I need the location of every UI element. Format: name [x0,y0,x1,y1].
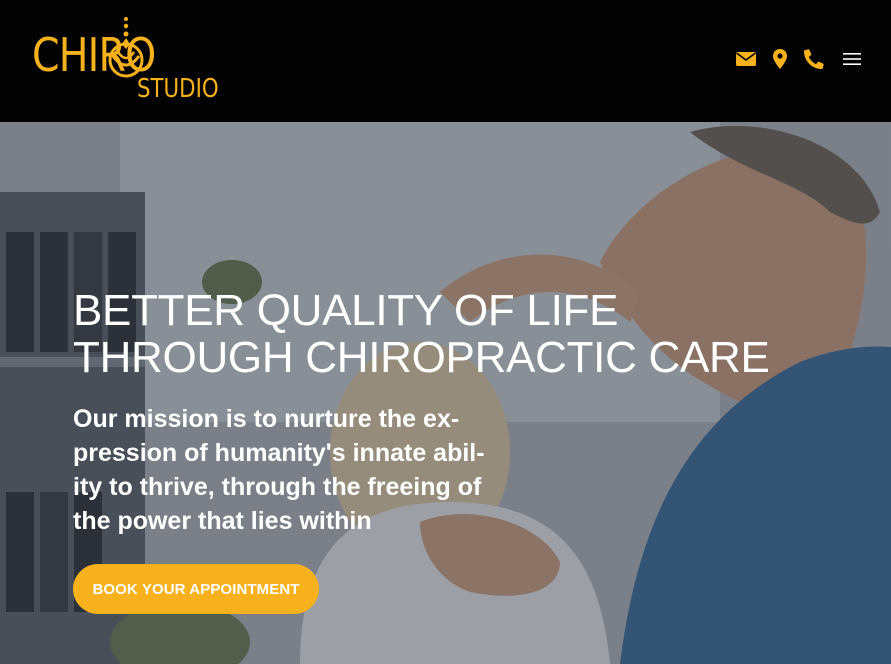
book-appointment-button[interactable]: BOOK YOUR APPOINTMENT [73,564,319,614]
hero-mission-line: Our mission is to nurture the ex- [73,405,460,433]
site-logo[interactable]: CHIRO STUDIO [32,16,219,106]
hero-mission-line: ity to thrive, through the freeing of [73,473,482,501]
hero-title-line: BETTER QUALITY OF LIFE [73,286,619,335]
logo-spine-icon [108,17,144,78]
hero-mission-line: the power that lies within [73,507,372,535]
map-marker-icon[interactable] [769,48,791,70]
envelope-icon[interactable] [735,48,757,70]
hero-title-line: THROUGH CHIROPRACTIC CARE [73,333,770,382]
logo-wordmark-studio: STUDIO [137,74,219,104]
hero-section: BETTER QUALITY OF LIFE THROUGH CHIROPRAC… [0,122,891,664]
header-actions [735,46,863,72]
hero-mission-text: Our mission is to nurture the ex- pressi… [73,402,513,538]
phone-icon[interactable] [803,48,825,70]
hamburger-menu-icon[interactable] [841,48,863,70]
site-header: CHIRO STUDIO [0,0,891,122]
hero-title: BETTER QUALITY OF LIFE THROUGH CHIROPRAC… [73,287,833,381]
hero-mission-line: pression of humanity's innate abil- [73,439,485,467]
